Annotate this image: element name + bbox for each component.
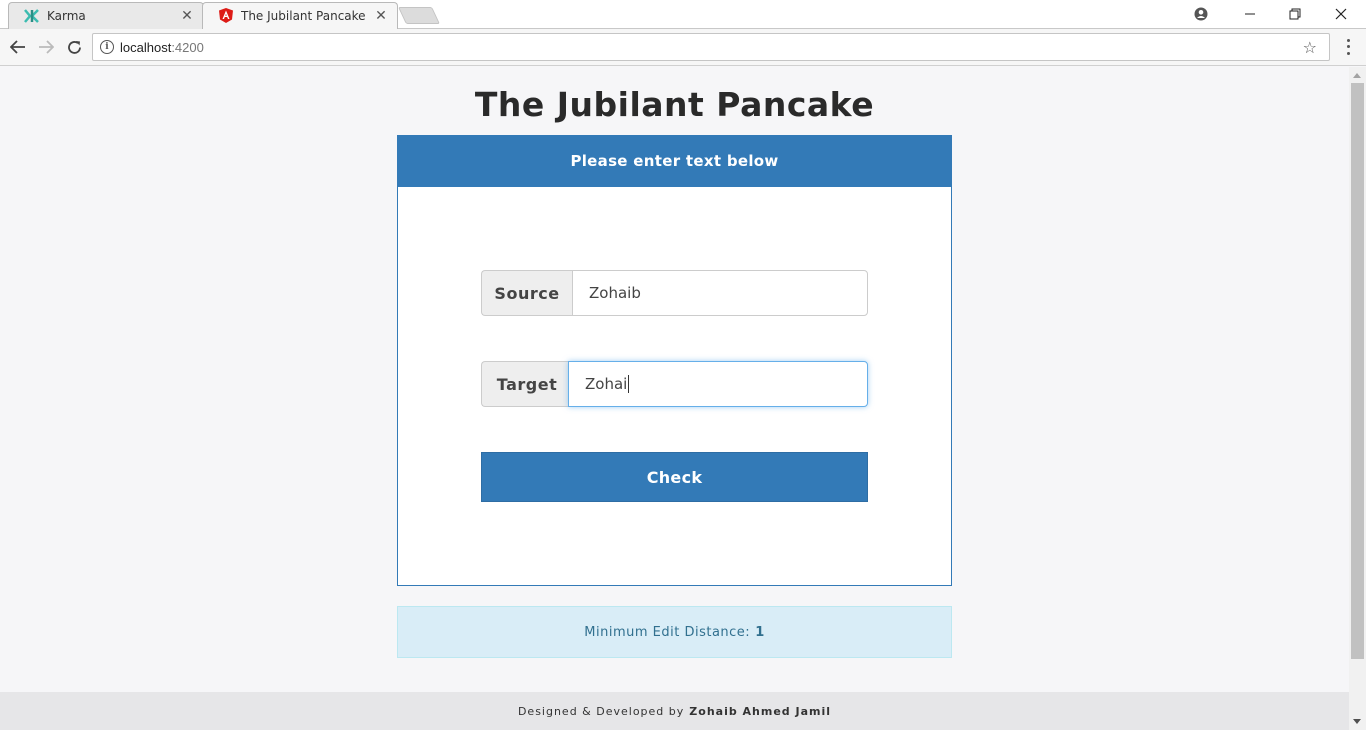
bookmark-star-icon[interactable]: ☆ <box>1303 38 1317 57</box>
info-icon[interactable]: i <box>100 40 114 54</box>
target-label: Target <box>481 361 572 407</box>
url-text: localhost:4200 <box>120 39 204 55</box>
close-window-icon[interactable] <box>1318 0 1364 28</box>
footer-prefix: Designed & Developed by <box>517 704 685 718</box>
check-button[interactable]: Check <box>481 452 868 502</box>
scroll-down-icon[interactable] <box>1353 719 1361 724</box>
address-bar[interactable]: i localhost:4200 ☆ <box>92 33 1330 61</box>
angular-icon <box>218 8 234 24</box>
source-label: Source <box>481 270 572 316</box>
target-input[interactable]: Zohai <box>568 361 868 407</box>
menu-icon[interactable] <box>1341 37 1355 57</box>
forward-arrow-icon[interactable] <box>36 37 56 57</box>
reload-icon[interactable] <box>64 37 84 57</box>
karma-icon <box>24 8 40 24</box>
source-input-group: Source Zohaib <box>481 270 868 316</box>
new-tab-button[interactable] <box>398 7 440 24</box>
scrollbar-thumb[interactable] <box>1351 83 1364 659</box>
result-value: 1 <box>755 624 765 640</box>
source-input[interactable]: Zohaib <box>572 270 868 316</box>
input-panel: Please enter text below Source Zohaib Ta… <box>397 135 952 586</box>
close-icon[interactable]: ✕ <box>180 8 194 24</box>
profile-icon[interactable] <box>1178 0 1224 28</box>
restore-icon[interactable] <box>1272 0 1318 28</box>
browser-toolbar: i localhost:4200 ☆ <box>0 29 1366 66</box>
page-title: The Jubilant Pancake <box>474 85 875 124</box>
tab-jubilant-pancake[interactable]: The Jubilant Pancake ✕ <box>202 2 398 29</box>
target-input-group: Target Zohai <box>481 361 868 407</box>
footer: Designed & Developed by Zohaib Ahmed Jam… <box>0 692 1349 730</box>
result-label: Minimum Edit Distance: <box>584 624 751 640</box>
close-icon[interactable]: ✕ <box>374 8 388 24</box>
tab-title: The Jubilant Pancake <box>241 8 366 23</box>
page-viewport: The Jubilant Pancake Please enter text b… <box>0 67 1349 730</box>
tab-strip: Karma ✕ The Jubilant Pancake ✕ <box>0 0 1366 29</box>
back-arrow-icon[interactable] <box>8 37 28 57</box>
vertical-scrollbar[interactable] <box>1349 67 1366 730</box>
panel-heading: Please enter text below <box>398 136 951 187</box>
tab-title: Karma <box>47 8 86 23</box>
tab-karma[interactable]: Karma ✕ <box>8 2 204 29</box>
result-alert: Minimum Edit Distance: 1 <box>397 606 952 658</box>
footer-author: Zohaib Ahmed Jamil <box>689 704 832 718</box>
scroll-up-icon[interactable] <box>1353 73 1361 78</box>
text-caret <box>628 375 630 393</box>
minimize-icon[interactable] <box>1227 0 1273 28</box>
